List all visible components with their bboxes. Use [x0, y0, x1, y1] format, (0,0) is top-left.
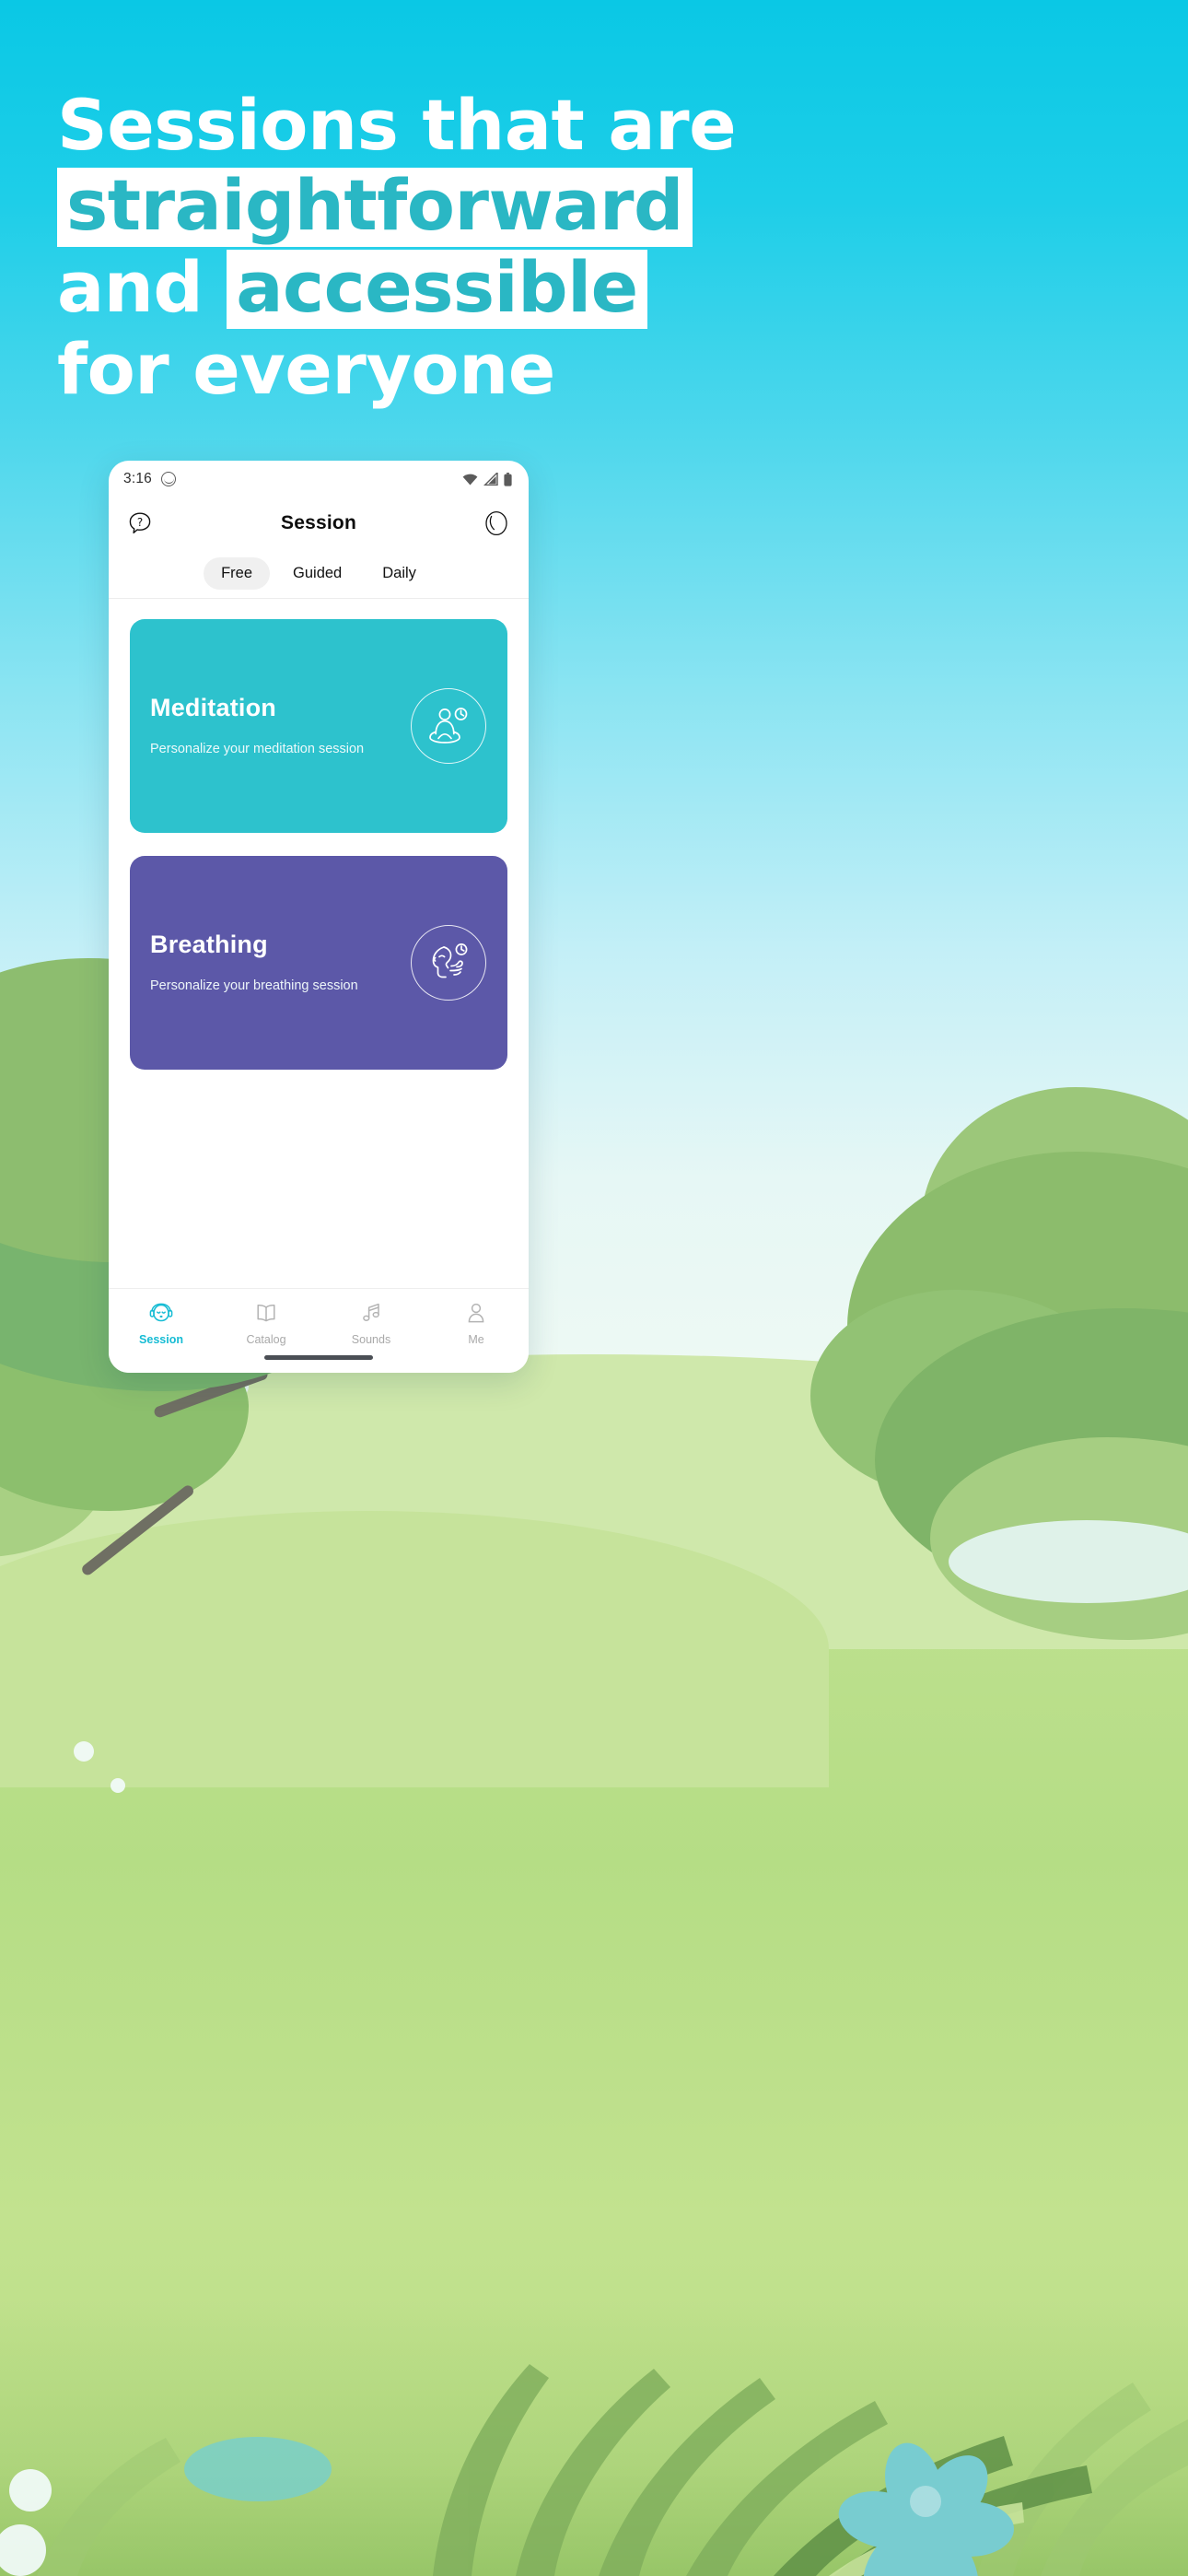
cellular-signal-icon	[483, 473, 498, 486]
open-book-icon	[257, 1305, 275, 1322]
nav-item-sounds[interactable]: Sounds	[319, 1299, 424, 1346]
nav-label-me: Me	[468, 1333, 484, 1346]
nav-item-catalog[interactable]: Catalog	[214, 1299, 319, 1346]
headline-highlight-accessible: accessible	[227, 250, 647, 329]
session-type-tabs: Free Guided Daily	[109, 549, 529, 599]
tab-daily[interactable]: Daily	[365, 557, 434, 590]
nav-item-me[interactable]: Me	[424, 1299, 529, 1346]
tab-guided[interactable]: Guided	[275, 557, 359, 590]
nav-label-session: Session	[139, 1333, 183, 1346]
music-note-icon	[363, 1303, 379, 1321]
headphones-face-icon	[149, 1303, 173, 1322]
nav-item-session[interactable]: Session	[109, 1299, 214, 1346]
nav-label-sounds: Sounds	[351, 1333, 391, 1346]
headline-and-text: and	[57, 246, 227, 328]
wifi-icon	[462, 474, 478, 486]
headline-line-4: for everyone	[57, 328, 555, 410]
battery-icon	[504, 472, 512, 486]
white-flower	[9, 2469, 52, 2512]
person-icon	[468, 1303, 484, 1323]
status-bar: 3:16	[109, 461, 529, 498]
meditation-lotus-clock-icon	[411, 688, 486, 764]
headline-line-1: Sessions that are	[57, 84, 737, 166]
tab-free[interactable]: Free	[204, 557, 271, 590]
home-indicator[interactable]	[264, 1355, 373, 1360]
session-card-list: Meditation Personalize your meditation s…	[109, 599, 529, 1070]
bottom-navigation: Session Catalog Sounds Me	[109, 1288, 529, 1373]
app-notification-icon	[160, 472, 176, 486]
nav-label-catalog: Catalog	[246, 1333, 286, 1346]
headline-highlight-straightforward: straightforward	[57, 168, 693, 247]
white-flower	[74, 1741, 94, 1762]
white-flower	[111, 1778, 125, 1793]
meditation-card[interactable]: Meditation Personalize your meditation s…	[130, 619, 507, 833]
phone-mockup: 3:16 ? Session Free Guided Daily Meditat…	[109, 461, 529, 1373]
page-title: Session	[281, 512, 356, 533]
headline-line-3: and accessible	[57, 247, 1135, 329]
pond-shape	[184, 2437, 332, 2501]
status-bar-time: 3:16	[123, 471, 152, 486]
headline-line-2: straightforward	[57, 165, 1135, 247]
breathing-card[interactable]: Breathing Personalize your breathing ses…	[130, 856, 507, 1070]
marketing-headline: Sessions that are straightforward and ac…	[57, 85, 1135, 409]
app-bar: ? Session	[109, 498, 529, 549]
breathing-face-clock-icon	[411, 925, 486, 1001]
